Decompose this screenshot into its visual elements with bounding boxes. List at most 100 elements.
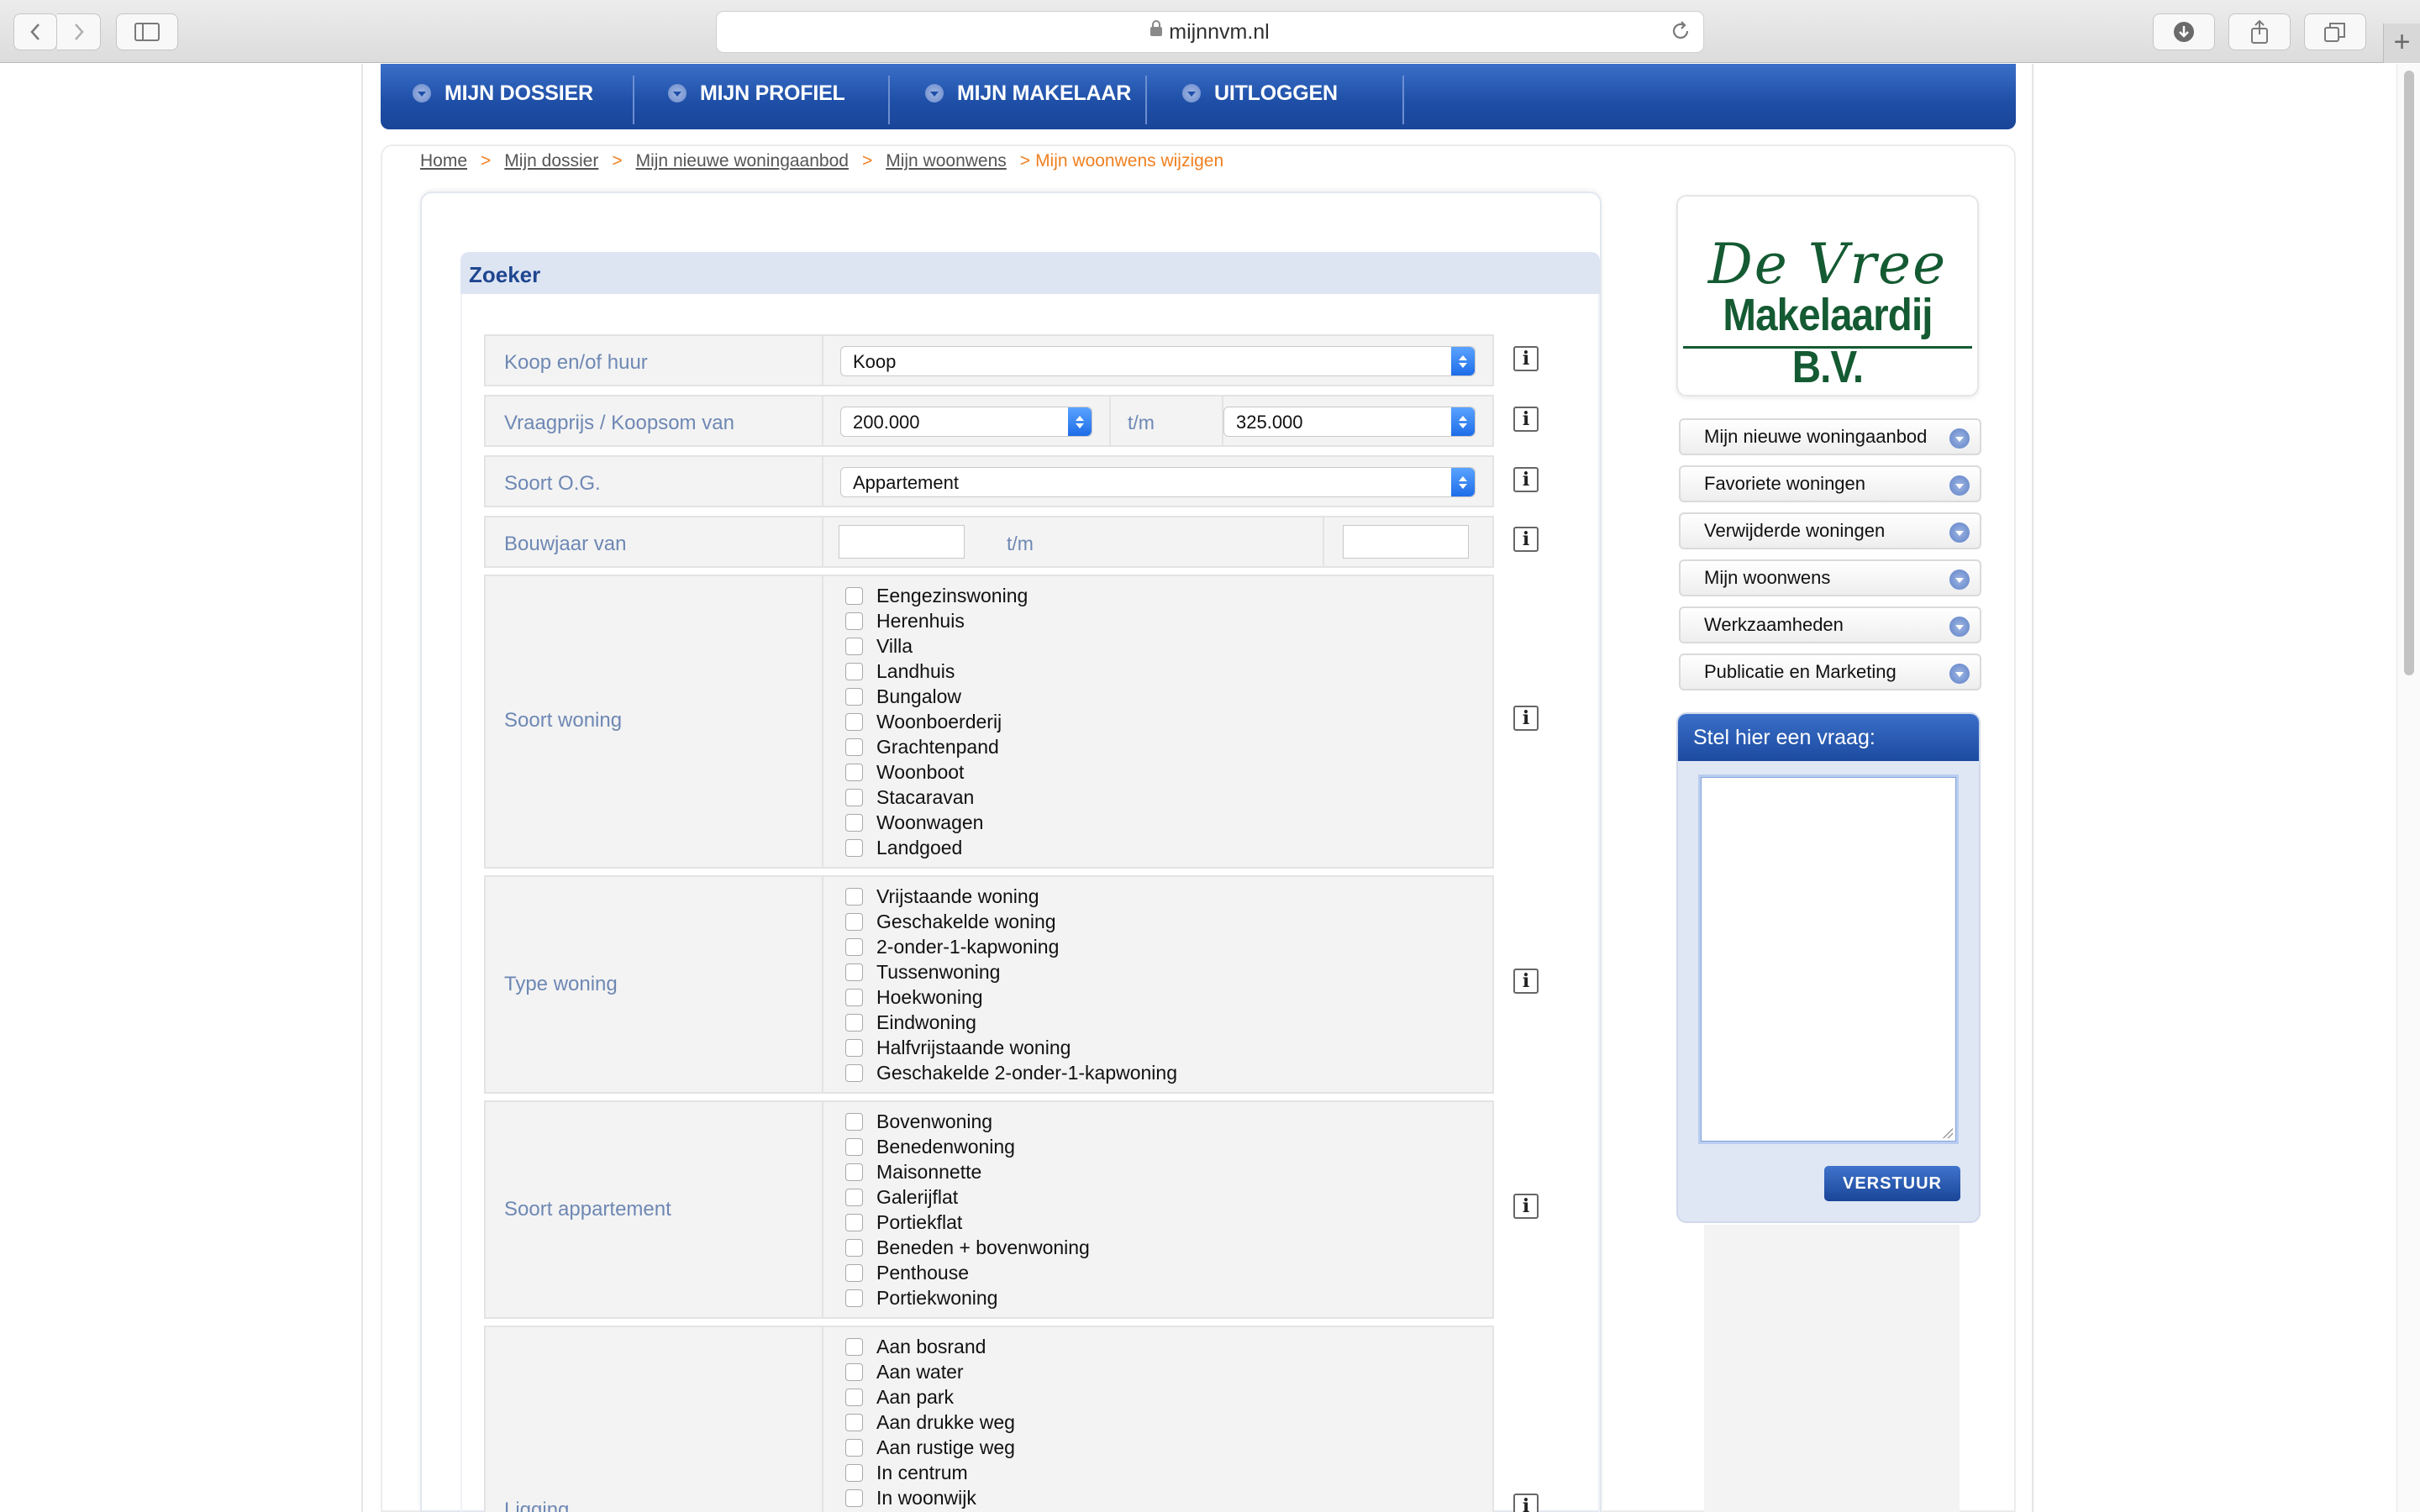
checkbox[interactable] [845,813,863,832]
checkbox[interactable] [845,1289,863,1307]
checkbox-option[interactable]: Woonboot [844,759,1028,785]
checkbox[interactable] [845,662,863,680]
checkbox-option[interactable]: Tussenwoning [844,959,1177,984]
checkbox-option[interactable]: Woonwagen [844,810,1028,835]
checkbox[interactable] [845,1438,863,1457]
breadcrumb-mijn-woonwens[interactable]: Mijn woonwens [886,151,1007,171]
checkbox-option[interactable]: Geschakelde woning [844,909,1177,934]
question-textarea[interactable] [1698,774,1959,1144]
checkbox[interactable] [845,586,863,605]
checkbox-option[interactable]: Eengezinswoning [844,583,1028,608]
checkbox-option[interactable]: Villa [844,633,1028,659]
checkbox-option[interactable]: Aan drukke weg [844,1410,1015,1435]
info-icon[interactable]: i [1513,969,1539,994]
forward-button[interactable] [57,13,101,50]
checkbox[interactable] [845,738,863,756]
sidebar-item-werkzaamheden[interactable]: Werkzaamheden [1679,606,1981,643]
sidebar-item-mijn-woonwens[interactable]: Mijn woonwens [1679,559,1981,596]
checkbox-option[interactable]: Galerijflat [844,1184,1090,1210]
scrollbar-thumb[interactable] [2404,71,2414,675]
checkbox-option[interactable]: Landgoed [844,835,1028,860]
checkbox[interactable] [845,1388,863,1406]
checkbox[interactable] [845,1188,863,1206]
info-icon[interactable]: i [1513,527,1539,552]
checkbox-option[interactable]: Herenhuis [844,608,1028,633]
checkbox-option[interactable]: Aan park [844,1384,1015,1410]
info-icon[interactable]: i [1513,1494,1539,1512]
checkbox[interactable] [845,1488,863,1507]
new-tab-plus-icon[interactable]: + [2383,24,2420,63]
checkbox-option[interactable]: Grachtenpand [844,734,1028,759]
checkbox[interactable] [845,1337,863,1356]
checkbox[interactable] [845,1238,863,1257]
checkbox-option[interactable]: Stacaravan [844,785,1028,810]
submit-question-button[interactable]: VERSTUUR [1824,1166,1960,1201]
checkbox[interactable] [845,1137,863,1156]
nav-mijn-makelaar[interactable]: MIJN MAKELAAR [925,64,1131,123]
bouwjaar-to-input[interactable] [1343,525,1469,559]
nav-mijn-profiel[interactable]: MIJN PROFIEL [668,64,845,123]
nav-uitloggen[interactable]: UITLOGGEN [1182,64,1338,123]
checkbox[interactable] [845,838,863,857]
breadcrumb-mijn-nieuwe-woningaanbod[interactable]: Mijn nieuwe woningaanbod [636,151,849,171]
checkbox[interactable] [845,1112,863,1131]
resize-handle-icon[interactable] [1943,1128,1953,1138]
checkbox[interactable] [845,988,863,1006]
checkbox[interactable] [845,1013,863,1032]
checkbox[interactable] [845,1038,863,1057]
info-icon[interactable]: i [1513,407,1539,432]
sidebar-item-mijn-nieuwe-woningaanbod[interactable]: Mijn nieuwe woningaanbod [1679,418,1981,455]
back-button[interactable] [13,13,57,50]
sidebar-toggle-button[interactable] [116,13,178,50]
checkbox-option[interactable]: Hoekwoning [844,984,1177,1010]
checkbox-option[interactable]: Benedenwoning [844,1134,1090,1159]
downloads-button[interactable] [2153,13,2215,50]
checkbox-option[interactable]: Bungalow [844,684,1028,709]
soort-og-select[interactable]: Appartement [840,467,1476,497]
checkbox-option[interactable]: Landhuis [844,659,1028,684]
checkbox[interactable] [845,963,863,981]
breadcrumb-mijn-dossier[interactable]: Mijn dossier [504,151,598,171]
checkbox-option[interactable]: Halfvrijstaande woning [844,1035,1177,1060]
checkbox[interactable] [845,687,863,706]
checkbox[interactable] [845,1063,863,1082]
checkbox[interactable] [845,612,863,630]
checkbox-option[interactable]: Maisonnette [844,1159,1090,1184]
checkbox[interactable] [845,1213,863,1231]
share-button[interactable] [2228,13,2291,50]
checkbox[interactable] [845,763,863,781]
tabs-button[interactable] [2304,13,2366,50]
nav-mijn-dossier[interactable]: MIJN DOSSIER [413,64,593,123]
checkbox-option[interactable]: In centrum [844,1460,1015,1485]
page-scrollbar[interactable] [2396,64,2420,1512]
checkbox-option[interactable]: Woonboerderij [844,709,1028,734]
checkbox[interactable] [845,887,863,906]
checkbox[interactable] [845,712,863,731]
checkbox[interactable] [845,1362,863,1381]
info-icon[interactable]: i [1513,706,1539,731]
checkbox-option[interactable]: Eindwoning [844,1010,1177,1035]
checkbox-option[interactable]: Vrijstaande woning [844,884,1177,909]
checkbox[interactable] [845,1463,863,1482]
vraagprijs-from-select[interactable]: 200.000 [840,407,1092,437]
address-bar[interactable]: mijnnvm.nl [716,11,1704,53]
checkbox[interactable] [845,788,863,806]
checkbox-option[interactable]: In woonwijk [844,1485,1015,1510]
info-icon[interactable]: i [1513,467,1539,492]
reload-icon[interactable] [1670,20,1691,42]
sidebar-item-verwijderde-woningen[interactable]: Verwijderde woningen [1679,512,1981,549]
breadcrumb-home[interactable]: Home [420,151,467,171]
sidebar-item-favoriete-woningen[interactable]: Favoriete woningen [1679,465,1981,502]
checkbox[interactable] [845,637,863,655]
info-icon[interactable]: i [1513,346,1539,371]
koop-huur-select[interactable]: Koop [840,346,1476,376]
checkbox-option[interactable]: Aan bosrand [844,1334,1015,1359]
checkbox-option[interactable]: Aan rustige weg [844,1435,1015,1460]
checkbox-option[interactable]: Penthouse [844,1260,1090,1285]
checkbox[interactable] [845,937,863,956]
checkbox-option[interactable]: Aan water [844,1359,1015,1384]
checkbox[interactable] [845,1263,863,1282]
checkbox[interactable] [845,1413,863,1431]
info-icon[interactable]: i [1513,1194,1539,1219]
checkbox-option[interactable]: 2-onder-1-kapwoning [844,934,1177,959]
